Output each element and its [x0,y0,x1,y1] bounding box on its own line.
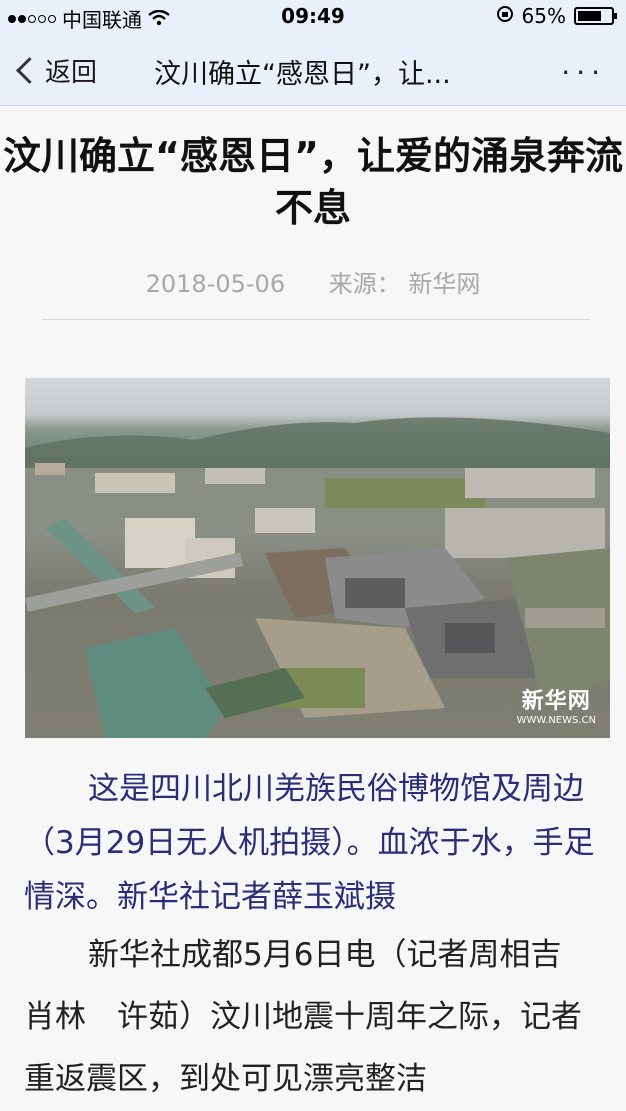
article-source: 来源： 新华网 [328,270,481,298]
article-body: 新华社成都5月6日电（记者周相吉 肖林 许茹）汶川地震十周年之际，记者重返震区，… [24,924,604,1110]
article-meta: 2018-05-06 来源： 新华网 [0,264,626,299]
status-bar: 中国联通 09:49 65% [0,0,626,34]
chevron-left-icon [16,57,43,84]
back-button[interactable]: 返回 [16,52,98,89]
back-label: 返回 [45,58,98,88]
battery-icon [574,7,617,25]
watermark-cn: 新华网 [521,689,591,714]
battery-percent: 65% [521,4,566,28]
news-watermark: 新华网 WWW.NEWS.CN [517,683,596,726]
body-paragraph: 新华社成都5月6日电（记者周相吉 肖林 许茹）汶川地震十周年之际，记者重返震区，… [24,937,593,1097]
article-title: 汶川确立“感恩日”，让爱的涌泉奔流不息 [3,134,623,230]
article-photo[interactable]: 新华网 WWW.NEWS.CN [25,378,610,738]
watermark-en: WWW.NEWS.CN [516,715,596,726]
orientation-lock-icon [496,4,514,28]
divider [42,319,590,320]
more-options-button[interactable]: ··· [561,56,606,89]
navigation-bar: 返回 汶川确立“感恩日”，让... ··· [0,34,626,106]
photo-caption: 这是四川北川羌族民俗博物馆及周边（3月29日无人机拍摄）。血浓于水，手足情深。新… [24,762,604,924]
nav-title: 汶川确立“感恩日”，让... [154,59,451,90]
publish-date: 2018-05-06 [145,270,286,298]
caption-text: 这是四川北川羌族民俗博物馆及周边（3月29日无人机拍摄）。血浓于水，手足情深。新… [24,771,595,915]
status-right: 65% [496,4,617,28]
